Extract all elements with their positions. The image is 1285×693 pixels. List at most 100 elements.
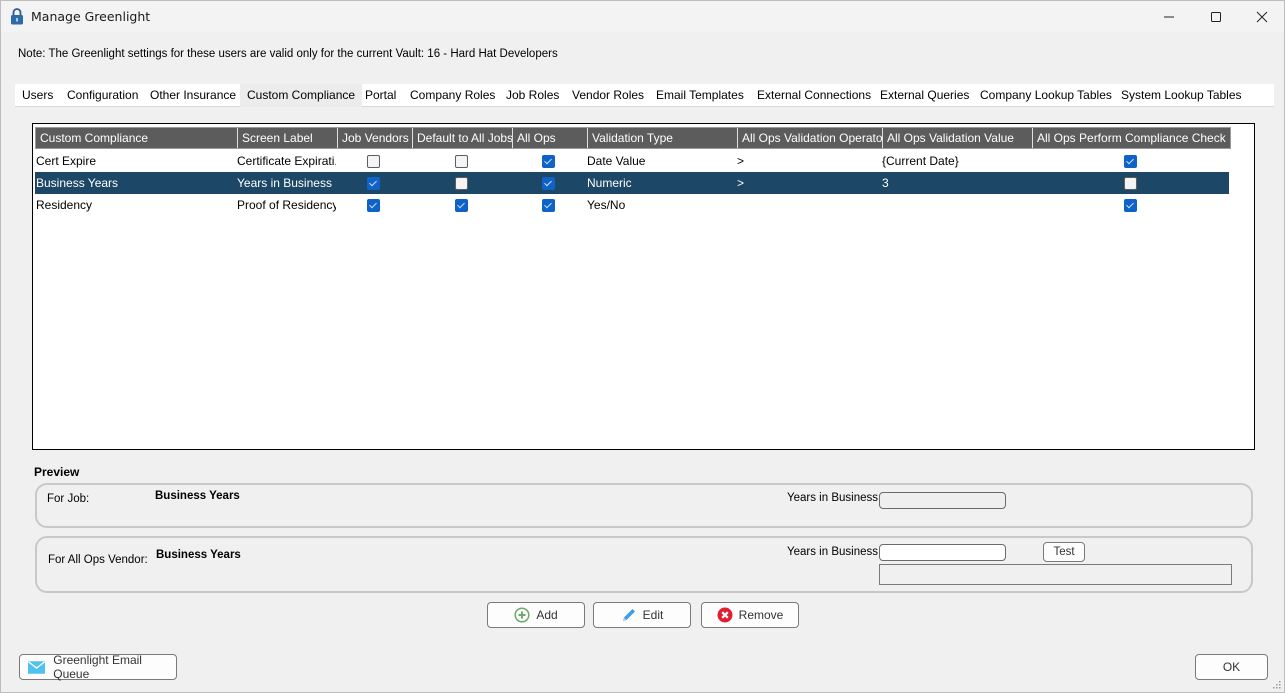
checkbox-cell: [336, 194, 411, 216]
cell-validation-type[interactable]: Numeric: [586, 172, 736, 194]
tab-vendor-roles[interactable]: Vendor Roles: [565, 84, 651, 107]
cell-screen-label[interactable]: Proof of Residency: [236, 194, 336, 216]
title-bar: Manage Greenlight: [1, 1, 1284, 32]
email-queue-label: Greenlight Email Queue: [53, 653, 142, 681]
perform-check-checkbox[interactable]: [1123, 154, 1137, 168]
perform-check-checkbox[interactable]: [1123, 176, 1137, 190]
cell-validation-operator[interactable]: [736, 194, 881, 216]
tab-users[interactable]: Users: [15, 84, 60, 107]
cell-custom-compliance[interactable]: Cert Expire: [35, 150, 236, 172]
tab-company-lookup-tables[interactable]: Company Lookup Tables: [973, 84, 1119, 107]
ok-button[interactable]: OK: [1195, 654, 1268, 680]
resize-grip-icon[interactable]: [1273, 681, 1281, 689]
cell-custom-compliance[interactable]: Residency: [35, 194, 236, 216]
checkbox-cell: [411, 150, 511, 172]
tab-portal[interactable]: Portal: [358, 84, 403, 107]
column-header-validation-type[interactable]: Validation Type: [587, 128, 737, 148]
default-all-jobs-checkbox[interactable]: [454, 154, 468, 168]
checkbox-cell: [511, 194, 586, 216]
add-icon: [514, 607, 530, 623]
for-job-field-label: Years in Business: [787, 492, 878, 504]
job-vendors-checkbox[interactable]: [367, 154, 380, 168]
tab-configuration[interactable]: Configuration: [60, 84, 145, 107]
column-header-custom-compliance[interactable]: Custom Compliance: [36, 128, 237, 148]
tab-email-templates[interactable]: Email Templates: [649, 84, 751, 107]
cell-validation-value[interactable]: {Current Date}: [881, 150, 1031, 172]
tab-external-connections[interactable]: External Connections: [750, 84, 878, 107]
maximize-icon: [1211, 11, 1221, 22]
tab-system-lookup-tables[interactable]: System Lookup Tables: [1114, 84, 1249, 107]
tab-job-roles[interactable]: Job Roles: [499, 84, 566, 107]
add-button[interactable]: Add: [487, 602, 585, 628]
checkbox-cell: [1031, 150, 1229, 172]
tab-external-queries[interactable]: External Queries: [873, 84, 976, 107]
default-all-jobs-checkbox[interactable]: [454, 198, 468, 212]
cell-validation-value[interactable]: [881, 194, 1031, 216]
for-job-label: For Job:: [47, 493, 90, 505]
preview-heading: Preview: [34, 465, 80, 479]
checkbox-cell: [1031, 194, 1229, 216]
for-all-ops-label: For All Ops Vendor:: [48, 554, 148, 566]
remove-button[interactable]: Remove: [701, 602, 799, 628]
vault-note: Note: The Greenlight settings for these …: [18, 48, 558, 60]
test-button[interactable]: Test: [1043, 542, 1085, 562]
for-all-ops-years-input[interactable]: [879, 544, 1006, 561]
checkbox-cell: [336, 150, 411, 172]
add-label: Add: [536, 608, 558, 622]
cell-screen-label[interactable]: Years in Business: [236, 172, 336, 194]
cell-validation-type[interactable]: Date Value: [586, 150, 736, 172]
grid-header: Custom Compliance Screen Label Job Vendo…: [35, 127, 1231, 149]
column-header-validation-value[interactable]: All Ops Validation Value: [882, 128, 1032, 148]
table-row[interactable]: Residency Proof of Residency Yes/No: [35, 194, 1229, 216]
column-header-perform-check[interactable]: All Ops Perform Compliance Check: [1032, 128, 1230, 148]
table-row[interactable]: Cert Expire Certificate Expirati... Date V…: [35, 150, 1229, 172]
tab-bar: Users Configuration Other Insurance Cust…: [15, 84, 1274, 107]
column-header-screen-label[interactable]: Screen Label: [237, 128, 337, 148]
all-ops-checkbox[interactable]: [542, 198, 555, 212]
maximize-button[interactable]: [1193, 1, 1239, 32]
close-button[interactable]: [1239, 1, 1285, 32]
window-title: Manage Greenlight: [31, 9, 151, 24]
all-ops-checkbox[interactable]: [542, 176, 555, 190]
minimize-icon: [1164, 16, 1174, 17]
tab-other-insurance[interactable]: Other Insurance: [143, 84, 243, 107]
job-vendors-checkbox[interactable]: [367, 176, 380, 190]
for-all-ops-field-label: Years in Business: [787, 546, 878, 558]
cell-validation-type[interactable]: Yes/No: [586, 194, 736, 216]
table-row[interactable]: Business Years Years in Business Numeric >3: [35, 172, 1229, 194]
cell-validation-operator[interactable]: >: [736, 150, 881, 172]
envelope-icon: [28, 660, 46, 674]
job-vendors-checkbox[interactable]: [367, 198, 380, 212]
checkbox-cell: [411, 194, 511, 216]
minimize-button[interactable]: [1146, 1, 1192, 32]
checkbox-cell: [511, 172, 586, 194]
for-job-years-input: [879, 492, 1006, 509]
column-header-validation-operator[interactable]: All Ops Validation Operator: [737, 128, 882, 148]
column-header-job-vendors[interactable]: Job Vendors: [337, 128, 412, 148]
pencil-icon: [622, 609, 635, 621]
tab-custom-compliance[interactable]: Custom Compliance: [240, 84, 363, 107]
tab-company-roles[interactable]: Company Roles: [403, 84, 502, 107]
cell-screen-label[interactable]: Certificate Expirati...: [236, 150, 336, 172]
manage-greenlight-window: Manage Greenlight Note: The Greenlight s…: [0, 0, 1285, 693]
for-all-ops-compliance-name: Business Years: [156, 549, 241, 561]
remove-icon: [717, 607, 733, 623]
perform-check-checkbox[interactable]: [1123, 198, 1137, 212]
cell-validation-operator[interactable]: >: [736, 172, 881, 194]
cell-validation-value[interactable]: 3: [881, 172, 1031, 194]
default-all-jobs-checkbox[interactable]: [454, 176, 468, 190]
lock-icon: [11, 8, 23, 25]
remove-label: Remove: [738, 608, 784, 622]
column-header-default-all-jobs[interactable]: Default to All Jobs: [412, 128, 512, 148]
custom-compliance-grid[interactable]: Custom Compliance Screen Label Job Vendo…: [32, 123, 1255, 450]
checkbox-cell: [511, 150, 586, 172]
greenlight-email-queue-button[interactable]: Greenlight Email Queue: [19, 653, 177, 681]
close-icon: [1256, 11, 1268, 22]
checkbox-cell: [1031, 172, 1229, 194]
column-header-all-ops[interactable]: All Ops: [512, 128, 587, 148]
edit-button[interactable]: Edit: [593, 602, 691, 628]
cell-custom-compliance[interactable]: Business Years: [35, 172, 236, 194]
all-ops-checkbox[interactable]: [542, 154, 555, 168]
checkbox-cell: [411, 172, 511, 194]
for-job-compliance-name: Business Years: [155, 490, 240, 502]
